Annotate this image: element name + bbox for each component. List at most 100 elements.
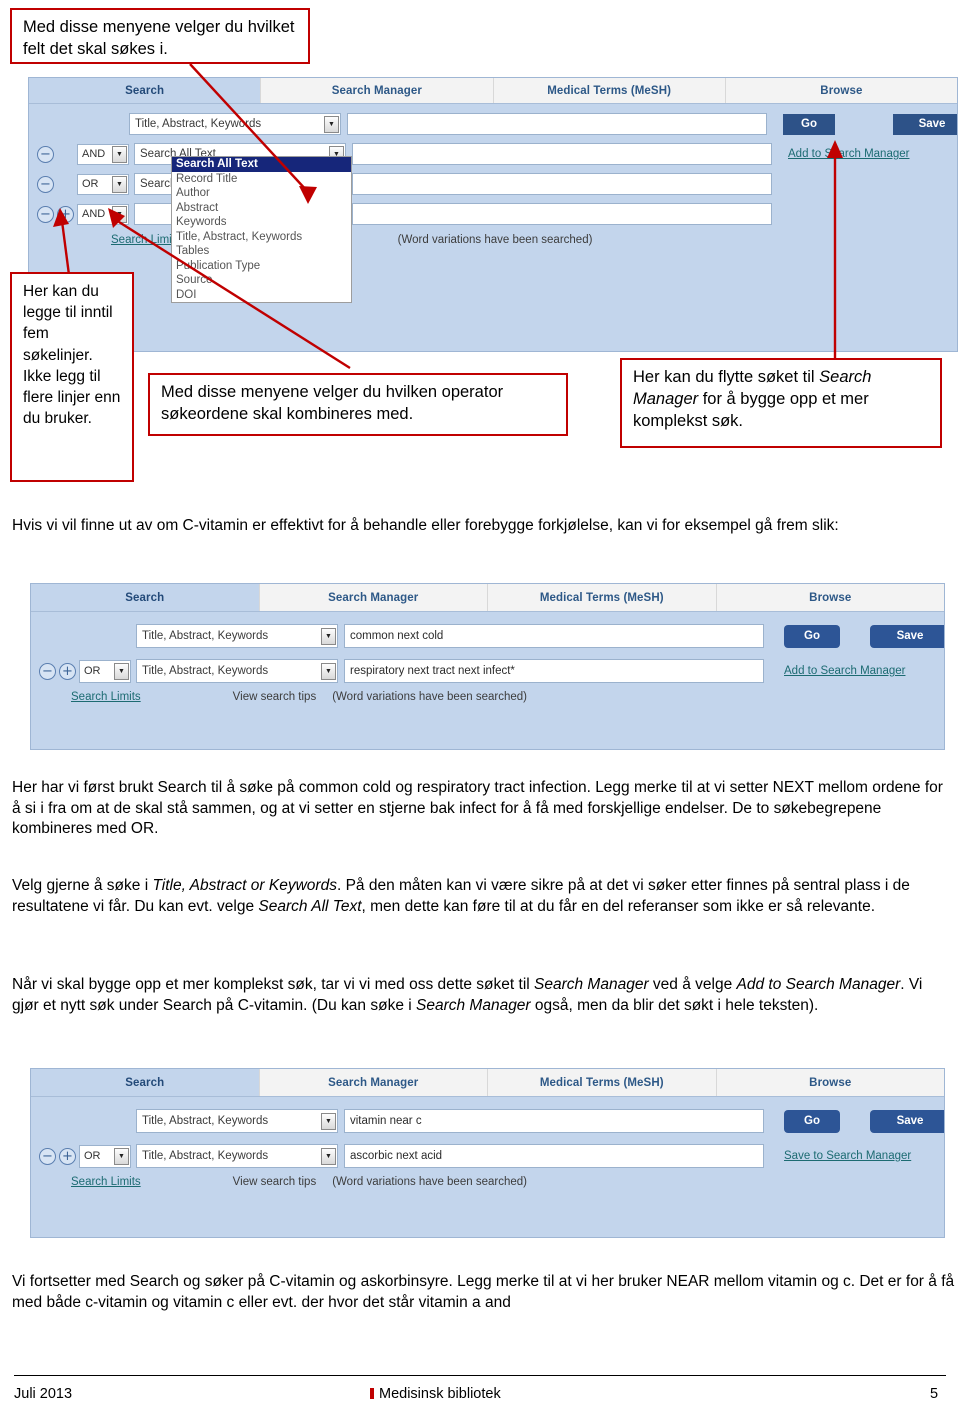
search-term-input[interactable] (352, 203, 772, 225)
dropdown-option[interactable]: Publication Type (172, 259, 351, 274)
field-select-label: Title, Abstract, Keywords (142, 630, 269, 642)
field-select-label: Title, Abstract, Keywords (142, 665, 269, 677)
save-to-search-manager-link[interactable]: Save to Search Manager (784, 1150, 911, 1162)
chevron-down-icon[interactable]: ▼ (114, 1147, 129, 1165)
chevron-down-icon[interactable]: ▼ (321, 1112, 336, 1130)
tab-browse[interactable]: Browse (716, 1069, 944, 1096)
paragraph-field-advice: Velg gjerne å søke i Title, Abstract or … (12, 876, 948, 917)
ovid-search-screenshot-1[interactable]: Search Search Manager Medical Terms (MeS… (28, 77, 958, 352)
paragraph-intro: Hvis vi vil finne ut av om C-vitamin er … (12, 516, 948, 537)
operator-select[interactable]: AND ▼ (77, 203, 129, 225)
tab-browse[interactable]: Browse (716, 584, 944, 611)
remove-row-icon[interactable]: − (37, 205, 54, 223)
operator-select[interactable]: AND ▼ (77, 143, 129, 165)
tab-label: Browse (809, 591, 852, 604)
search-term-input[interactable]: common next cold (344, 624, 764, 648)
tab-label: Search (125, 1076, 165, 1089)
tab-browse[interactable]: Browse (725, 78, 957, 103)
field-select[interactable]: Title, Abstract, Keywords ▼ (136, 1109, 338, 1133)
chevron-down-icon[interactable]: ▼ (112, 205, 127, 223)
tab-medical-terms[interactable]: Medical Terms (MeSH) (488, 584, 717, 611)
search-row: Title, Abstract, Keywords ▼ Go Save (29, 111, 957, 137)
field-select[interactable]: Title, Abstract, Keywords ▼ (129, 113, 341, 135)
tab-search-manager[interactable]: Search Manager (261, 78, 494, 103)
search-term-input[interactable] (352, 173, 772, 195)
view-search-tips-link[interactable]: View search tips (233, 1176, 317, 1188)
add-to-search-manager-link[interactable]: Add to Search Manager (788, 148, 909, 160)
p4-em3: Search Manager (416, 996, 531, 1014)
search-term-input[interactable]: respiratory next tract next infect* (344, 659, 764, 683)
search-term-input[interactable]: vitamin near c (344, 1109, 764, 1133)
remove-row-icon[interactable]: − (37, 145, 54, 163)
tab-label: Search (125, 591, 165, 604)
operator-label: OR (84, 1150, 101, 1162)
callout-max-lines-text: Her kan du legge til inntil fem søkelinj… (23, 283, 121, 428)
word-variations-note: (Word variations have been searched) (332, 691, 527, 703)
ovid-search-screenshot-2[interactable]: Search Search Manager Medical Terms (MeS… (30, 583, 945, 750)
dropdown-option[interactable]: Title, Abstract, Keywords (172, 230, 351, 245)
tab-label: Medical Terms (MeSH) (539, 1076, 664, 1089)
remove-row-icon[interactable]: − (39, 1147, 56, 1165)
tab-search-manager[interactable]: Search Manager (259, 1069, 488, 1096)
tab-label: Search Manager (328, 1076, 419, 1089)
action-buttons-3: Go Save (784, 1109, 944, 1133)
p3-a: Velg gjerne å søke i (12, 877, 153, 894)
search-row: − + OR ▼ Title, Abstract, Keywords ▼ res… (31, 657, 944, 685)
go-button[interactable]: Go (783, 113, 835, 135)
callout-fields-menu: Med disse menyene velger du hvilket felt… (10, 8, 310, 64)
save-button[interactable]: Save (893, 113, 957, 135)
tab-search[interactable]: Search (29, 78, 262, 103)
chevron-down-icon[interactable]: ▼ (112, 175, 127, 193)
dropdown-option[interactable]: Abstract (172, 201, 351, 216)
field-select[interactable]: Title, Abstract, Keywords ▼ (136, 1144, 338, 1168)
search-term-input[interactable]: ascorbic next acid (344, 1144, 764, 1168)
add-row-icon[interactable]: + (57, 205, 74, 223)
save-button[interactable]: Save (870, 1109, 944, 1133)
chevron-down-icon[interactable]: ▼ (321, 1147, 336, 1165)
dropdown-option[interactable]: Tables (172, 244, 351, 259)
add-row-icon[interactable]: + (59, 662, 76, 680)
search-term-value: respiratory next tract next infect* (350, 665, 515, 677)
callout-max-lines: Her kan du legge til inntil fem søkelinj… (10, 272, 134, 482)
add-row-icon[interactable]: + (59, 1147, 76, 1165)
add-to-search-manager-link[interactable]: Add to Search Manager (784, 665, 905, 677)
tab-medical-terms[interactable]: Medical Terms (MeSH) (488, 1069, 717, 1096)
go-button[interactable]: Go (784, 624, 840, 648)
field-select[interactable]: Title, Abstract, Keywords ▼ (136, 624, 338, 648)
dropdown-option[interactable]: Keywords (172, 215, 351, 230)
field-select[interactable]: Title, Abstract, Keywords ▼ (136, 659, 338, 683)
callout-fields-menu-text: Med disse menyene velger du hvilket felt… (23, 18, 295, 58)
tab-search[interactable]: Search (31, 1069, 260, 1096)
callout-search-manager: Her kan du flytte søket til Search Manag… (620, 358, 942, 448)
operator-select[interactable]: OR ▼ (79, 659, 131, 683)
chevron-down-icon[interactable]: ▼ (321, 627, 336, 645)
dropdown-option[interactable]: Source (172, 273, 351, 288)
dropdown-option[interactable]: Record Title (172, 172, 351, 187)
chevron-down-icon[interactable]: ▼ (112, 145, 127, 163)
remove-row-icon[interactable]: − (39, 662, 56, 680)
field-dropdown-open-list[interactable]: Search All Text Record Title Author Abst… (171, 156, 352, 303)
chevron-down-icon[interactable]: ▼ (321, 662, 336, 680)
chevron-down-icon[interactable]: ▼ (324, 115, 339, 133)
search-term-input[interactable] (347, 113, 767, 135)
go-button[interactable]: Go (784, 1109, 840, 1133)
tab-search[interactable]: Search (31, 584, 260, 611)
save-button[interactable]: Save (870, 624, 944, 648)
dropdown-option[interactable]: Search All Text (172, 157, 351, 172)
search-term-input[interactable] (352, 143, 772, 165)
chevron-down-icon[interactable]: ▼ (114, 662, 129, 680)
limits-row-1: Search Limits (Word variations have been… (29, 231, 957, 249)
p3-em1: Title, Abstract or Keywords (152, 877, 337, 894)
search-limits-link[interactable]: Search Limits (71, 691, 141, 703)
remove-row-icon[interactable]: − (37, 175, 54, 193)
p4-a: Når vi skal bygge opp et mer komplekst s… (12, 976, 535, 993)
ovid-search-screenshot-3[interactable]: Search Search Manager Medical Terms (MeS… (30, 1068, 945, 1238)
view-search-tips-link[interactable]: View search tips (233, 691, 317, 703)
operator-select[interactable]: OR ▼ (77, 173, 129, 195)
tab-search-manager[interactable]: Search Manager (259, 584, 488, 611)
dropdown-option[interactable]: Author (172, 186, 351, 201)
search-limits-link[interactable]: Search Limits (71, 1176, 141, 1188)
tab-medical-terms[interactable]: Medical Terms (MeSH) (493, 78, 726, 103)
operator-select[interactable]: OR ▼ (79, 1144, 131, 1168)
dropdown-option[interactable]: DOI (172, 288, 351, 303)
